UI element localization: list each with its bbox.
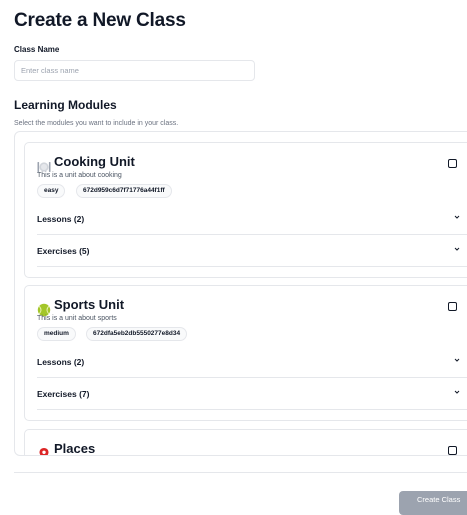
chevron-down-icon (454, 390, 460, 394)
exercises-accordion[interactable]: Exercises (7) (37, 378, 467, 410)
map-pin-icon (39, 448, 49, 455)
create-class-label: Create Class (417, 495, 461, 504)
class-name-input[interactable] (14, 60, 255, 81)
module-subtitle: This is a unit about sports (37, 315, 117, 322)
chevron-down-icon (454, 247, 460, 251)
class-name-label: Class Name (14, 45, 60, 54)
learning-modules-title: Learning Modules (14, 98, 117, 112)
module-select-checkbox[interactable] (448, 302, 457, 311)
module-title: Cooking Unit (54, 154, 135, 169)
module-card-sports: Sports Unit This is a unit about sports … (24, 285, 467, 421)
exercises-label: Exercises (7) (37, 389, 90, 399)
chevron-down-icon (454, 358, 460, 362)
exercises-label: Exercises (5) (37, 246, 90, 256)
difficulty-badge: easy (37, 184, 66, 198)
difficulty-badge: medium (37, 327, 76, 341)
lessons-label: Lessons (2) (37, 357, 85, 367)
module-id-badge: 672d959c6d7f71776a44f1ff (76, 184, 172, 198)
create-class-button[interactable]: Create Class (399, 491, 467, 515)
module-header: Places (25, 430, 467, 456)
lessons-accordion[interactable]: Lessons (2) (37, 203, 467, 235)
module-card-places: Places (24, 429, 467, 456)
exercises-accordion[interactable]: Exercises (5) (37, 235, 467, 267)
page-title: Create a New Class (14, 10, 186, 31)
learning-modules-description: Select the modules you want to include i… (14, 120, 179, 127)
module-title: Sports Unit (54, 297, 125, 312)
module-header: Sports Unit This is a unit about sports … (25, 286, 467, 346)
module-subtitle: This is a unit about cooking (37, 172, 122, 179)
bottom-divider (14, 472, 467, 473)
module-card-cooking: Cooking Unit This is a unit about cookin… (24, 142, 467, 278)
module-title: Places (54, 441, 96, 456)
lessons-accordion[interactable]: Lessons (2) (37, 346, 467, 378)
module-id-badge: 672dfa5eb2db5550277e8d34 (86, 327, 188, 341)
lessons-label: Lessons (2) (37, 214, 85, 224)
chevron-down-icon (454, 215, 460, 219)
module-select-checkbox[interactable] (448, 446, 457, 455)
module-select-checkbox[interactable] (448, 159, 457, 168)
module-header: Cooking Unit This is a unit about cookin… (25, 143, 467, 203)
modules-list[interactable]: Cooking Unit This is a unit about cookin… (14, 131, 467, 456)
